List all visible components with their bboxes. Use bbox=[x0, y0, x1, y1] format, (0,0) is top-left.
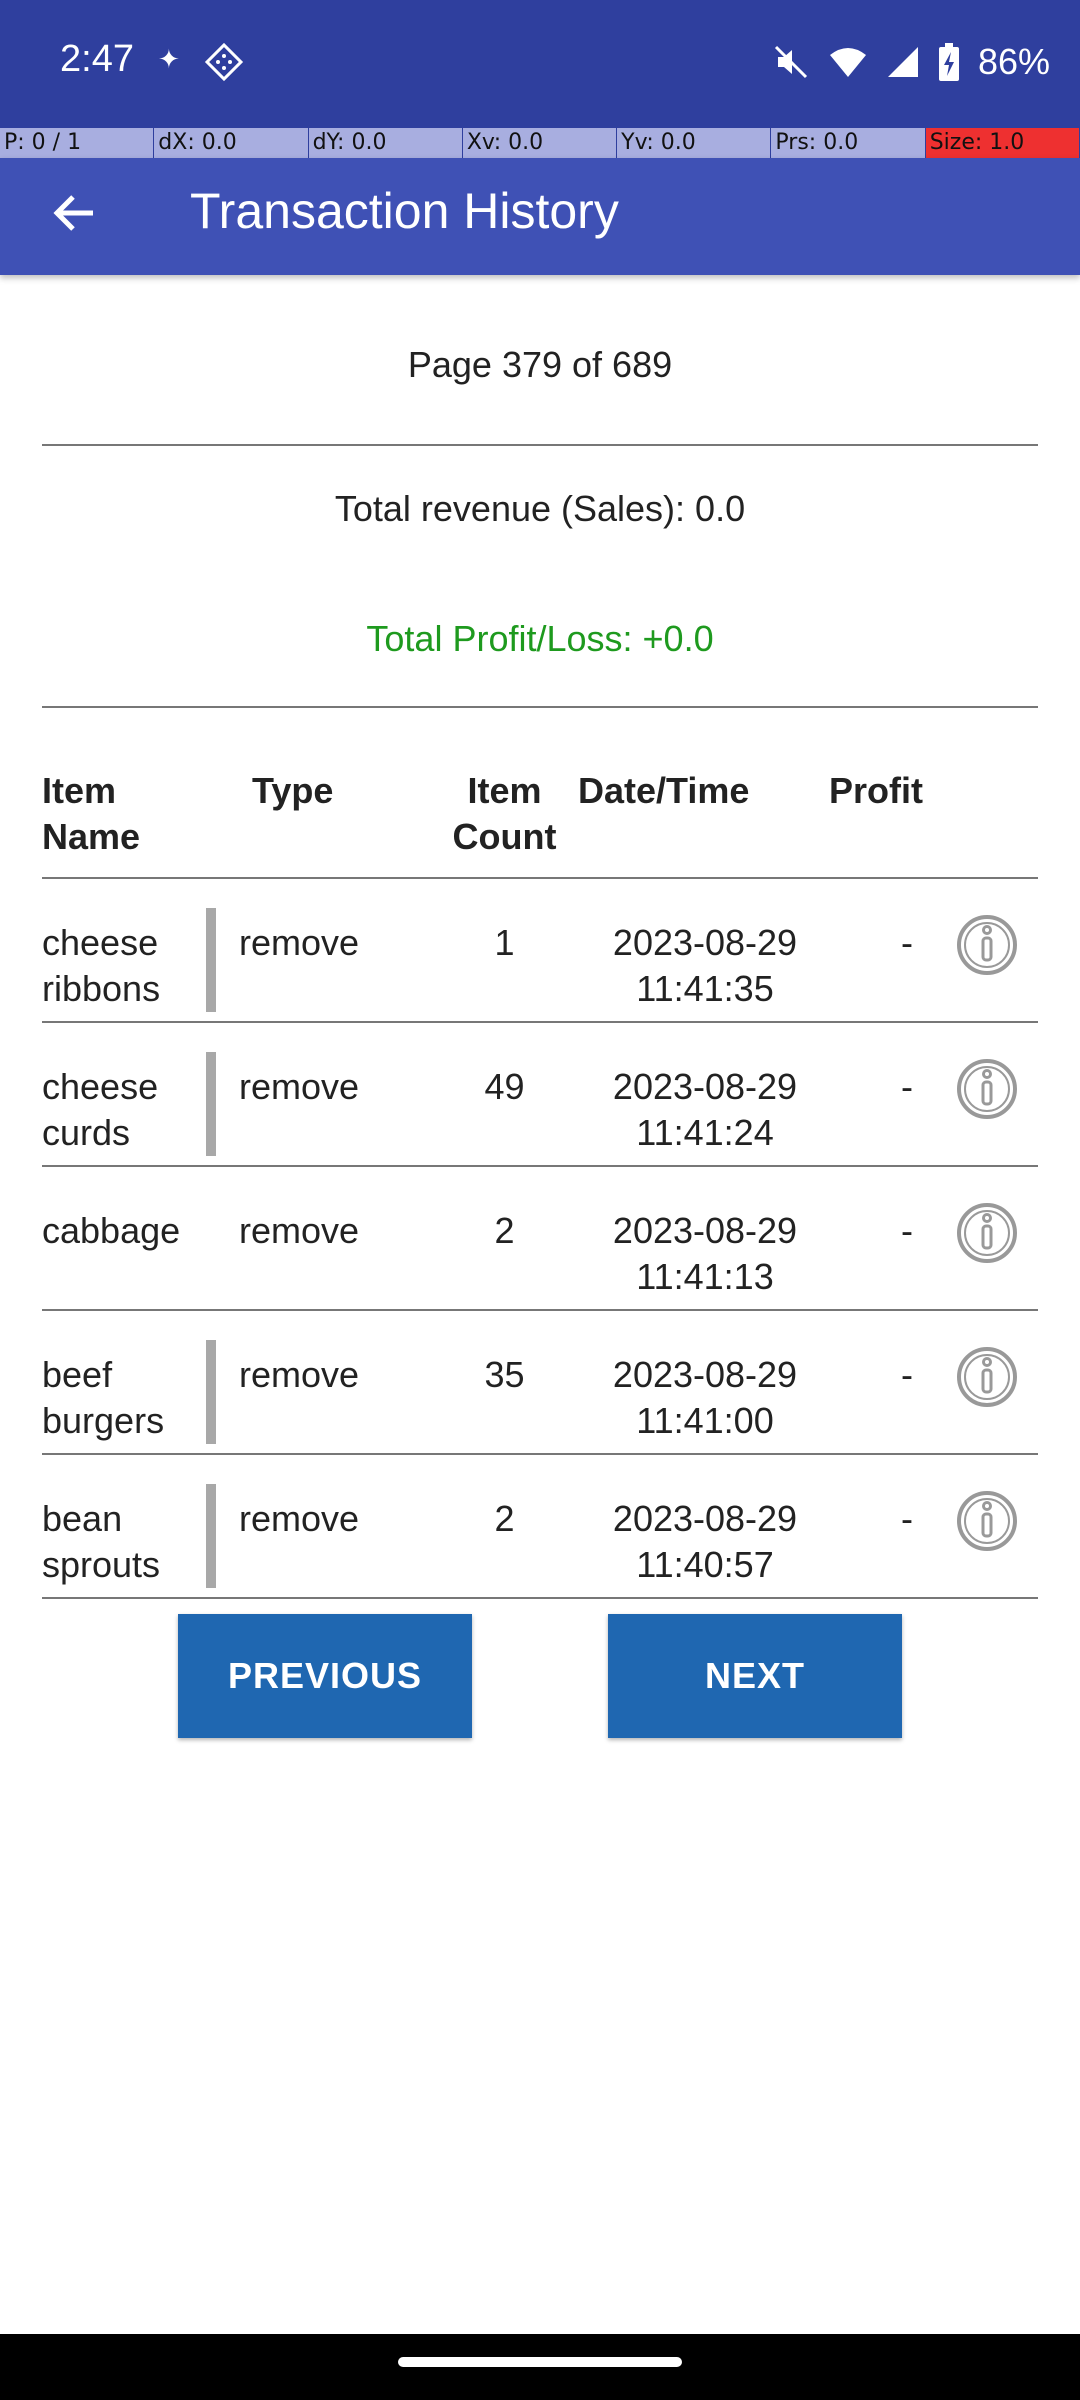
signal-icon bbox=[887, 47, 918, 77]
row-item-name: beef burgers bbox=[42, 1354, 165, 1441]
info-icon[interactable] bbox=[956, 914, 1018, 976]
pointer-dx: dX: 0.0 bbox=[154, 128, 309, 158]
row-separator-bar bbox=[206, 1484, 216, 1588]
home-gesture-handle[interactable] bbox=[398, 2357, 682, 2367]
app-notification-icon bbox=[204, 42, 244, 82]
row-type: remove bbox=[239, 1210, 360, 1251]
header-item-name: Item Name bbox=[42, 770, 141, 857]
header-type: Type bbox=[252, 770, 334, 811]
table-row[interactable]: bean sprouts remove 2 2023-08-29 11:40:5… bbox=[42, 1454, 1038, 1598]
pointer-location-overlay: P: 0 / 1 dX: 0.0 dY: 0.0 Xv: 0.0 Yv: 0.0… bbox=[0, 128, 1080, 158]
row-item-name: cheese ribbons bbox=[42, 922, 161, 1009]
table-row[interactable]: cabbage remove 2 2023-08-29 11:41:13 - bbox=[42, 1166, 1038, 1310]
row-separator-bar bbox=[206, 908, 216, 1012]
row-type: remove bbox=[239, 1354, 360, 1395]
table-row[interactable]: beef burgers remove 35 2023-08-29 11:41:… bbox=[42, 1310, 1038, 1454]
wifi-icon bbox=[829, 48, 866, 77]
table-row[interactable]: cheese curds remove 49 2023-08-29 11:41:… bbox=[42, 1022, 1038, 1166]
info-icon[interactable] bbox=[956, 1058, 1018, 1120]
status-time: 2:47 bbox=[60, 38, 134, 80]
row-item-name: cheese curds bbox=[42, 1066, 159, 1153]
next-button[interactable]: NEXT bbox=[608, 1614, 902, 1738]
page-title: Transaction History bbox=[190, 183, 619, 239]
previous-button[interactable]: PREVIOUS bbox=[178, 1614, 472, 1738]
row-item-name: bean sprouts bbox=[42, 1498, 161, 1585]
table-header: Item Name Type Item Count Date/Time Prof… bbox=[42, 768, 1038, 878]
battery-percent: 86% bbox=[977, 41, 1050, 82]
pointer-xv: Xv: 0.0 bbox=[462, 128, 618, 158]
pointer-pressure: Prs: 0.0 bbox=[771, 128, 926, 158]
row-item-name: cabbage bbox=[42, 1210, 181, 1251]
battery-charging-icon bbox=[938, 43, 959, 81]
pointer-dy: dY: 0.0 bbox=[308, 128, 463, 158]
header-profit: Profit bbox=[829, 770, 923, 811]
row-type: remove bbox=[239, 1498, 360, 1539]
divider bbox=[42, 444, 1038, 446]
pointer-yv: Yv: 0.0 bbox=[617, 128, 772, 158]
row-separator-bar bbox=[206, 1052, 216, 1156]
row-type: remove bbox=[239, 922, 360, 963]
divider bbox=[42, 706, 1038, 708]
back-arrow-icon[interactable] bbox=[40, 178, 110, 248]
row-separator-bar bbox=[206, 1340, 216, 1444]
mute-icon bbox=[774, 45, 807, 79]
info-icon[interactable] bbox=[956, 1490, 1018, 1552]
header-datetime: Date/Time bbox=[578, 770, 750, 811]
pointer-size: Size: 1.0 bbox=[925, 128, 1080, 158]
app-bar: Transaction History bbox=[0, 158, 1080, 275]
status-bar: 2:47 ✦ 86% bbox=[0, 0, 1080, 128]
row-type: remove bbox=[239, 1066, 360, 1107]
divider bbox=[42, 1597, 1038, 1599]
table-row[interactable]: cheese ribbons remove 1 2023-08-29 11:41… bbox=[42, 878, 1038, 1022]
info-icon[interactable] bbox=[956, 1202, 1018, 1264]
system-navigation-bar bbox=[0, 2334, 1080, 2400]
total-revenue: Total revenue (Sales): 0.0 bbox=[334, 488, 746, 529]
total-profit-loss: Total Profit/Loss: +0.0 bbox=[366, 618, 714, 659]
page-indicator: Page 379 of 689 bbox=[407, 344, 673, 385]
sparkle-icon: ✦ bbox=[158, 44, 180, 74]
info-icon[interactable] bbox=[956, 1346, 1018, 1408]
pointer-count: P: 0 / 1 bbox=[0, 128, 155, 158]
